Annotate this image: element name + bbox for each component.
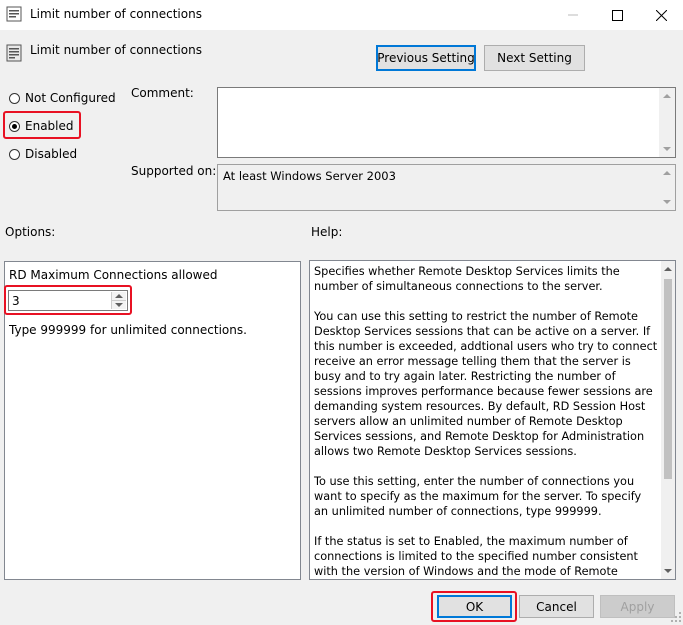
scroll-down-icon <box>664 569 672 573</box>
policy-name: Limit number of connections <box>30 43 202 57</box>
help-paragraph: Specifies whether Remote Desktop Service… <box>314 265 620 293</box>
supported-value: At least Windows Server 2003 <box>223 169 396 183</box>
apply-button[interactable]: Apply <box>600 595 675 618</box>
close-icon <box>655 9 667 21</box>
options-label: Options: <box>5 225 56 239</box>
previous-setting-button[interactable]: Previous Setting <box>376 45 476 71</box>
supported-scrollbar[interactable] <box>659 165 675 210</box>
close-button[interactable] <box>639 0 683 30</box>
max-connections-label: RD Maximum Connections allowed <box>9 268 218 282</box>
supported-label: Supported on: <box>131 164 217 178</box>
comment-label: Comment: <box>131 86 194 100</box>
cancel-button[interactable]: Cancel <box>519 595 594 618</box>
radio-circle <box>9 148 20 160</box>
help-scrollbar[interactable] <box>661 261 675 579</box>
scroll-up-icon <box>663 171 671 175</box>
scroll-thumb[interactable] <box>664 279 672 479</box>
enabled-highlight-box <box>3 111 81 139</box>
help-label: Help: <box>311 225 343 239</box>
previous-setting-label: Previous Setting <box>377 51 475 65</box>
ok-highlight-box <box>431 591 517 622</box>
scroll-up-icon <box>663 94 671 98</box>
policy-window-icon <box>6 6 22 22</box>
radio-label: Disabled <box>25 147 78 161</box>
help-panel: Specifies whether Remote Desktop Service… <box>309 260 676 580</box>
help-paragraph: If the status is set to Enabled, the max… <box>314 535 638 578</box>
comment-scrollbar[interactable] <box>659 88 675 157</box>
help-text: Specifies whether Remote Desktop Service… <box>314 264 658 579</box>
cancel-label: Cancel <box>536 599 577 614</box>
radio-disabled[interactable]: Disabled <box>9 147 77 161</box>
help-paragraph: To use this setting, enter the number of… <box>314 475 642 518</box>
scroll-down-icon <box>663 147 671 151</box>
radio-circle <box>9 92 20 104</box>
resize-grip-icon[interactable] <box>671 611 681 622</box>
maximize-icon <box>611 9 623 21</box>
next-setting-button[interactable]: Next Setting <box>484 45 585 71</box>
maximize-button[interactable] <box>595 0 639 30</box>
spinbox-highlight-box <box>4 285 132 315</box>
scroll-down-icon <box>663 200 671 204</box>
apply-label: Apply <box>620 599 655 614</box>
unlimited-hint: Type 999999 for unlimited connections. <box>9 323 247 337</box>
radio-label: Not Configured <box>25 91 116 105</box>
title-bar: Limit number of connections <box>0 0 683 30</box>
minimize-button[interactable] <box>551 0 595 30</box>
policy-setting-icon <box>6 44 22 62</box>
radio-not-configured[interactable]: Not Configured <box>9 91 116 105</box>
help-paragraph: You can use this setting to restrict the… <box>314 310 658 458</box>
supported-field: At least Windows Server 2003 <box>217 164 676 211</box>
window-title: Limit number of connections <box>30 7 202 21</box>
minimize-icon <box>568 10 578 20</box>
scroll-up-icon <box>664 267 672 271</box>
comment-textarea[interactable] <box>217 87 676 158</box>
next-setting-label: Next Setting <box>497 51 572 65</box>
